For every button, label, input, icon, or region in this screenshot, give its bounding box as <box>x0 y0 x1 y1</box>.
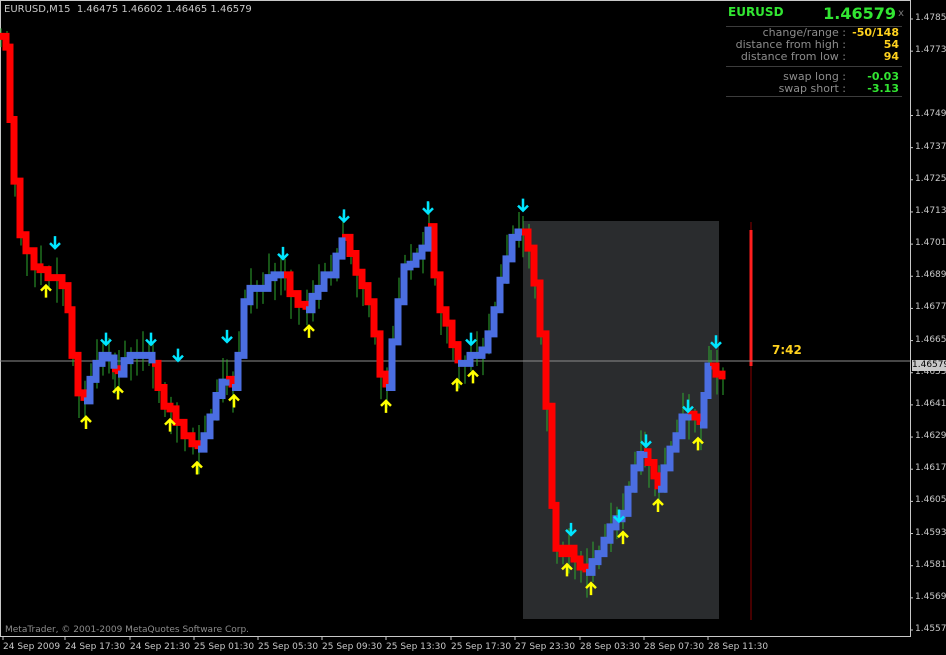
x-tick-label: 24 Sep 21:30 <box>130 642 191 652</box>
info-price: 1.46579 <box>823 4 896 23</box>
y-tick-label: 1.47735 <box>915 45 946 56</box>
trend-segment-red <box>152 359 202 450</box>
info-panel: EURUSD 1.46579 x change/range : -50/148 … <box>726 2 904 97</box>
y-tick-label: 1.47495 <box>915 109 946 120</box>
bar-timer: 7:42 <box>772 343 802 357</box>
trend-segment-blue <box>458 228 522 367</box>
close-icon[interactable]: x <box>898 8 904 19</box>
chart-header: EURUSD,M15 1.46475 1.46602 1.46465 1.465… <box>4 4 252 15</box>
y-tick-label: 1.46415 <box>915 398 946 409</box>
x-tick-label: 25 Sep 01:30 <box>194 642 255 652</box>
up-arrow-icon <box>451 377 463 392</box>
y-tick-label: 1.47375 <box>915 141 946 152</box>
up-arrow-icon <box>191 460 203 475</box>
copyright-text: MetaTrader, © 2001-2009 MetaQuotes Softw… <box>5 625 250 635</box>
x-tick-label: 25 Sep 17:30 <box>451 642 512 652</box>
x-tick-label: 25 Sep 05:30 <box>258 642 319 652</box>
divider <box>726 66 902 67</box>
down-arrow-icon <box>221 329 233 344</box>
trend-segment-red <box>342 233 390 388</box>
distance-low-value: 94 <box>883 50 899 63</box>
x-tick-label: 27 Sep 23:30 <box>515 642 576 652</box>
up-arrow-icon <box>228 393 240 408</box>
y-tick-label: 1.47015 <box>915 238 946 249</box>
up-arrow-icon <box>467 369 479 384</box>
y-tick-label: 1.46175 <box>915 463 946 474</box>
x-tick-label: 28 Sep 07:30 <box>644 642 705 652</box>
trend-segment-red <box>428 223 462 364</box>
chart-window[interactable]: EURUSD,M15 1.46475 1.46602 1.46465 1.465… <box>0 0 946 655</box>
x-tick-label: 25 Sep 09:30 <box>322 642 383 652</box>
y-tick-label: 1.45935 <box>915 527 946 538</box>
price-chart[interactable] <box>0 0 946 655</box>
y-tick-label: 1.45695 <box>915 591 946 602</box>
y-tick-label: 1.46655 <box>915 334 946 345</box>
x-tick-label: 25 Sep 13:30 <box>386 642 447 652</box>
down-arrow-icon <box>422 201 434 216</box>
swap-short-label: swap short : <box>778 82 846 95</box>
up-arrow-icon <box>380 399 392 413</box>
x-tick-label: 24 Sep 2009 <box>3 642 61 652</box>
y-tick-label: 1.47855 <box>915 13 946 23</box>
down-arrow-icon <box>277 246 289 261</box>
y-tick-label: 1.46295 <box>915 431 946 442</box>
trend-segment-blue <box>198 378 230 453</box>
down-arrow-icon <box>465 332 477 347</box>
y-tick-label: 1.46775 <box>915 302 946 313</box>
up-arrow-icon <box>40 283 52 298</box>
trend-segment-blue <box>232 271 284 391</box>
up-arrow-icon <box>80 415 92 429</box>
trend-segment-red <box>284 271 310 310</box>
down-arrow-icon <box>517 198 529 213</box>
y-tick-label: 1.47255 <box>915 173 946 184</box>
up-arrow-icon <box>303 324 315 338</box>
down-arrow-icon <box>145 332 157 347</box>
x-tick-label: 28 Sep 03:30 <box>580 642 641 652</box>
y-tick-label: 1.47135 <box>915 205 946 216</box>
x-tick-label: 28 Sep 11:30 <box>708 642 769 652</box>
divider <box>726 96 902 97</box>
trend-segment-blue <box>386 226 432 391</box>
down-arrow-icon <box>338 209 350 224</box>
y-tick-label: 1.45815 <box>915 559 946 570</box>
y-tick-label: 1.46535 <box>915 366 946 377</box>
info-symbol: EURUSD <box>728 5 784 19</box>
y-tick-label: 1.46055 <box>915 495 946 506</box>
down-arrow-icon <box>49 236 61 250</box>
x-tick-label: 24 Sep 17:30 <box>65 642 126 652</box>
y-tick-label: 1.45575 <box>915 624 946 634</box>
swap-short-value: -3.13 <box>867 82 899 95</box>
down-arrow-icon <box>172 348 184 363</box>
trend-segment-blue <box>118 351 156 378</box>
y-tick-label: 1.46895 <box>915 270 946 281</box>
trend-segment-red <box>0 32 88 401</box>
distance-low-label: distance from low : <box>740 50 846 63</box>
